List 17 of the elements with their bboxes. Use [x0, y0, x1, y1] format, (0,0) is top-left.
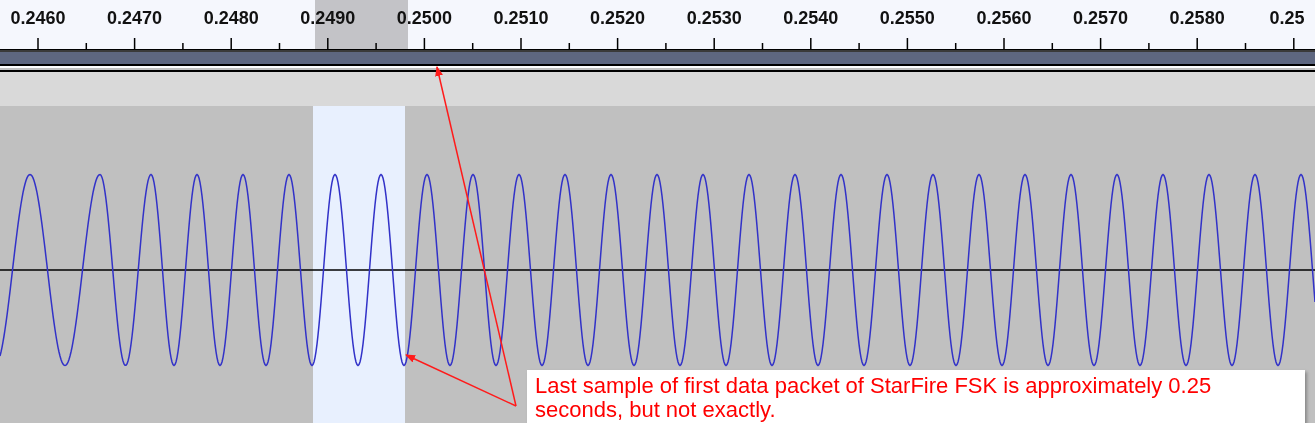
ruler-label: 0.2490: [299, 8, 357, 30]
ruler-label: 0.2520: [589, 8, 647, 30]
ruler-label: 0.2550: [878, 8, 936, 30]
ruler-label: 0.2530: [685, 8, 743, 30]
ruler-label: 0.2540: [782, 8, 840, 30]
ruler-label: 0.2470: [106, 8, 164, 30]
ruler-label: 0.2480: [202, 8, 260, 30]
ruler-label: 0.2500: [395, 8, 453, 30]
playback-bar[interactable]: [0, 50, 1315, 66]
ruler-label: 0.2510: [492, 8, 550, 30]
ruler-label: 0.2570: [1072, 8, 1130, 30]
timeline-ruler[interactable]: 0.2460 0.2470 0.2480 0.2490 0.2500 0.2510 0.2520 0.2530 0.2540 0.2550 0.2560 0.2570 0.2580 0.25: [0, 0, 1315, 50]
annotation-text: Last sample of first data packet of StarFire FSK is approximately 0.25 seconds, but not exactly.: [535, 374, 1213, 422]
ruler-label: 0.25: [1269, 8, 1305, 30]
ruler-label: 0.2580: [1168, 8, 1226, 30]
ruler-label: 0.2460: [9, 8, 67, 30]
ruler-label: 0.2560: [975, 8, 1033, 30]
